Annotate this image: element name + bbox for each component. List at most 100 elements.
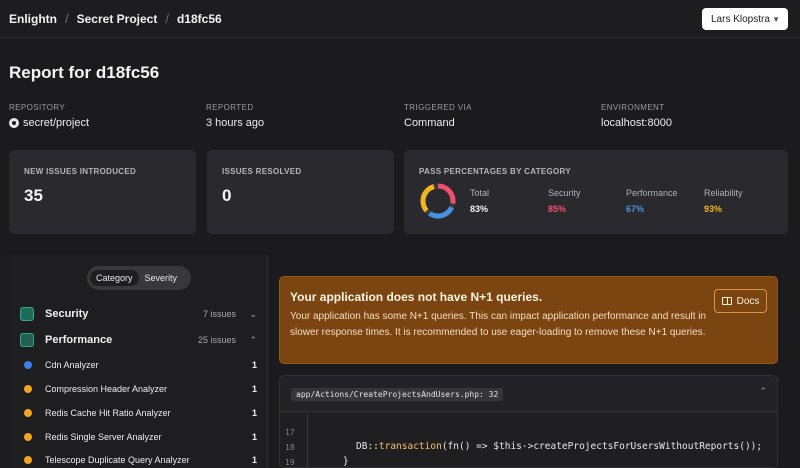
code-token: DB:: — [356, 441, 379, 452]
meta-value: Command — [404, 117, 455, 129]
code-gutter — [307, 413, 308, 467]
category-performance[interactable]: Performance 25 issues ⌃ — [9, 328, 268, 352]
breadcrumb-separator: / — [65, 11, 69, 26]
code-line: } — [343, 456, 349, 467]
severity-dot — [24, 456, 32, 464]
stat-value: 67% — [626, 204, 645, 214]
line-number: 19 — [285, 458, 295, 467]
stat-label: Performance — [626, 188, 678, 198]
top-bar: Enlightn / Secret Project / d18fc56 Lars… — [0, 0, 800, 38]
issue-count: 1 — [251, 432, 257, 442]
breadcrumb-project[interactable]: Secret Project — [77, 12, 158, 26]
shield-icon — [20, 307, 34, 321]
issue-alert: Your application does not have N+1 queri… — [279, 276, 778, 364]
github-icon — [9, 118, 19, 128]
meta-label: Reported — [206, 103, 254, 112]
card-value: 0 — [222, 186, 232, 205]
severity-dot — [24, 409, 32, 417]
alert-body: Your application has some N+1 queries. T… — [290, 311, 707, 338]
stat-label: Total — [470, 188, 490, 198]
repository-link[interactable]: secret/project — [23, 117, 89, 129]
card-label: Issues resolved — [222, 167, 302, 176]
issue-count: 1 — [251, 408, 257, 418]
issue-name: Telescope Duplicate Query Analyzer — [45, 455, 190, 465]
category-name: Performance — [45, 334, 113, 346]
stat-value: 83% — [470, 204, 489, 214]
user-name: Lars Klopstra — [711, 13, 770, 25]
issue-item[interactable]: Compression Header Analyzer 1 — [9, 379, 268, 399]
issue-item[interactable]: Redis Cache Hit Ratio Analyzer 1 — [9, 403, 268, 423]
pass-stat-performance: Performance 67% — [626, 188, 678, 214]
card-label: New issues introduced — [24, 167, 137, 176]
meta-environment: Environment localhost:8000 — [601, 103, 672, 129]
report-header: Report for d18fc56 Repository secret/pro… — [0, 39, 800, 254]
issues-sidebar: Category Severity Security 7 issues ⌄ Pe… — [9, 255, 268, 468]
code-header[interactable]: app/Actions/CreateProjectsAndUsers.php: … — [280, 376, 777, 412]
breadcrumb-app[interactable]: Enlightn — [9, 12, 57, 26]
issue-item[interactable]: Redis Single Server Analyzer 1 — [9, 427, 268, 447]
issue-count: 1 — [251, 455, 257, 465]
severity-dot — [24, 361, 32, 369]
card-label: Pass percentages by category — [419, 167, 571, 176]
code-snippet: app/Actions/CreateProjectsAndUsers.php: … — [279, 375, 778, 468]
meta-value: secret/project — [9, 117, 89, 129]
tab-severity[interactable]: Severity — [139, 270, 184, 286]
stat-label: Reliability — [704, 188, 743, 198]
meta-label: Repository — [9, 103, 66, 112]
code-token: (fn() => $this->createProjectsForUsersWi… — [441, 441, 763, 452]
new-issues-card: New issues introduced 35 — [9, 150, 196, 234]
issue-item[interactable]: Cdn Analyzer 1 — [9, 355, 268, 375]
category-name: Security — [45, 308, 89, 320]
severity-dot — [24, 385, 32, 393]
meta-triggered: Triggered via Command — [404, 103, 472, 129]
stat-value: 93% — [704, 204, 723, 214]
code-line: DB::transaction(fn() => $this->createPro… — [356, 441, 762, 452]
line-number: 18 — [285, 443, 295, 452]
docs-button[interactable]: Docs — [714, 289, 767, 313]
pass-stat-security: Security 85% — [548, 188, 581, 214]
pass-percentages-card: Pass percentages by category Total 83% S… — [404, 150, 788, 234]
issue-name: Compression Header Analyzer — [45, 384, 168, 394]
issue-count: 1 — [251, 384, 257, 394]
docs-label: Docs — [736, 295, 760, 307]
chevron-up-icon[interactable]: ⌃ — [759, 386, 767, 397]
user-menu-button[interactable]: Lars Klopstra ▼ — [702, 8, 788, 30]
issues-resolved-card: Issues resolved 0 — [207, 150, 394, 234]
chip-icon — [20, 333, 34, 347]
meta-label: Triggered via — [404, 103, 472, 112]
group-by-toggle: Category Severity — [87, 266, 191, 290]
chevron-up-icon: ⌃ — [249, 334, 257, 345]
chevron-down-icon: ▼ — [772, 14, 780, 24]
issue-count: 1 — [251, 360, 257, 370]
card-value: 35 — [24, 186, 43, 205]
issue-name: Redis Cache Hit Ratio Analyzer — [45, 408, 171, 418]
code-token: transaction — [378, 441, 442, 452]
tab-category[interactable]: Category — [90, 270, 139, 286]
pass-donut-chart — [420, 183, 456, 219]
meta-reported: Reported 3 hours ago — [206, 103, 264, 129]
page-title: Report for d18fc56 — [9, 63, 160, 82]
meta-value: localhost:8000 — [601, 117, 672, 129]
meta-value: 3 hours ago — [206, 117, 265, 129]
meta-label: Environment — [601, 103, 665, 112]
pass-stat-total: Total 83% — [470, 188, 489, 214]
pass-stat-reliability: Reliability 93% — [704, 188, 743, 214]
file-path-tag: app/Actions/CreateProjectsAndUsers.php: … — [291, 388, 504, 401]
book-icon — [721, 297, 732, 305]
chevron-down-icon: ⌄ — [249, 308, 257, 319]
severity-dot — [24, 433, 32, 441]
line-number: 17 — [285, 428, 295, 437]
code-body: 17 18 19 DB::transaction(fn() => $this->… — [280, 413, 777, 467]
stat-label: Security — [548, 188, 581, 198]
category-security[interactable]: Security 7 issues ⌄ — [9, 302, 268, 326]
stat-value: 85% — [548, 204, 567, 214]
category-count: 7 issues — [202, 309, 236, 319]
issue-detail-panel: Your application does not have N+1 queri… — [269, 255, 800, 468]
issue-name: Redis Single Server Analyzer — [45, 432, 162, 442]
breadcrumb-commit[interactable]: d18fc56 — [177, 12, 222, 26]
issue-name: Cdn Analyzer — [45, 360, 99, 370]
issue-item[interactable]: Telescope Duplicate Query Analyzer 1 — [9, 450, 268, 468]
alert-title: Your application does not have N+1 queri… — [290, 290, 543, 304]
meta-repository: Repository secret/project — [9, 103, 89, 129]
breadcrumb-separator: / — [165, 11, 169, 26]
